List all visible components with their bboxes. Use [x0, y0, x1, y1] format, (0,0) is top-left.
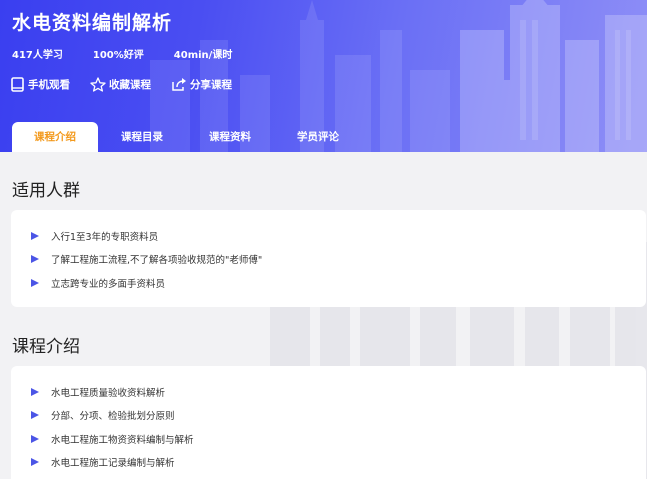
audience-list: 入行1至3年的专职资料员 了解工程施工流程,不了解各项验收规范的"老师傅" 立志… [11, 210, 646, 295]
rating: 100%好评 [92, 50, 144, 61]
course-banner: 水电资料编制解析 417人学习 100%好评 40min/课时 手机观看 收藏课… [0, 0, 647, 152]
bullet-triangle-icon [31, 434, 39, 443]
bullet-triangle-icon [31, 411, 39, 420]
bullet-triangle-icon [31, 278, 39, 287]
course-title: 水电资料编制解析 [12, 12, 173, 34]
list-item-text: 了解工程施工流程,不了解各项验收规范的"老师傅" [51, 255, 263, 267]
bullet-triangle-icon [31, 255, 39, 264]
list-item-text: 入行1至3年的专职资料员 [51, 231, 159, 243]
favorite-course-label: 收藏课程 [109, 79, 151, 91]
list-item-text: 立志跨专业的多面手资料员 [51, 278, 166, 290]
list-item: 水电工程质量验收资料解析 [31, 380, 646, 404]
intro-card: 水电工程质量验收资料解析 分部、分项、检验批划分原则 水电工程施工物资资料编制与… [11, 366, 646, 479]
list-item: 分部、分项、检验批划分原则 [31, 404, 646, 428]
mobile-watch-button[interactable]: 手机观看 [10, 77, 70, 92]
tab-course-materials[interactable]: 课程资料 [186, 122, 274, 152]
share-icon [172, 78, 186, 91]
tab-course-catalog[interactable]: 课程目录 [98, 122, 186, 152]
intro-list: 水电工程质量验收资料解析 分部、分项、检验批划分原则 水电工程施工物资资料编制与… [11, 366, 646, 474]
bullet-triangle-icon [31, 458, 39, 467]
course-tabs: 课程介绍 课程目录 课程资料 学员评论 [12, 122, 362, 152]
list-item: 水电工程施工记录编制与解析 [31, 451, 646, 475]
lesson-duration: 40min/课时 [173, 50, 233, 61]
list-item: 入行1至3年的专职资料员 [31, 224, 646, 248]
list-item-text: 水电工程施工记录编制与解析 [51, 458, 175, 470]
bullet-triangle-icon [31, 387, 39, 396]
share-course-button[interactable]: 分享课程 [171, 77, 232, 92]
favorite-course-button[interactable]: 收藏课程 [90, 77, 151, 92]
course-actions: 手机观看 收藏课程 分享课程 [10, 77, 252, 92]
audience-card: 入行1至3年的专职资料员 了解工程施工流程,不了解各项验收规范的"老师傅" 立志… [11, 210, 646, 307]
phone-icon [11, 77, 24, 92]
star-icon [90, 77, 106, 92]
list-item: 立志跨专业的多面手资料员 [31, 271, 646, 295]
tab-course-intro[interactable]: 课程介绍 [12, 122, 98, 152]
list-item: 水电工程施工物资资料编制与解析 [31, 427, 646, 451]
intro-section-title: 课程介绍 [12, 337, 80, 357]
audience-section-title: 适用人群 [12, 181, 80, 201]
list-item-text: 水电工程施工物资资料编制与解析 [51, 434, 194, 446]
mobile-watch-label: 手机观看 [28, 79, 70, 91]
share-course-label: 分享课程 [190, 79, 232, 91]
learner-count: 417人学习 [12, 50, 63, 61]
list-item: 了解工程施工流程,不了解各项验收规范的"老师傅" [31, 248, 646, 272]
list-item-text: 分部、分项、检验批划分原则 [51, 411, 175, 423]
bullet-triangle-icon [31, 231, 39, 240]
course-stats: 417人学习 100%好评 40min/课时 [12, 46, 262, 61]
tab-student-reviews[interactable]: 学员评论 [274, 122, 362, 152]
list-item-text: 水电工程质量验收资料解析 [51, 387, 166, 399]
